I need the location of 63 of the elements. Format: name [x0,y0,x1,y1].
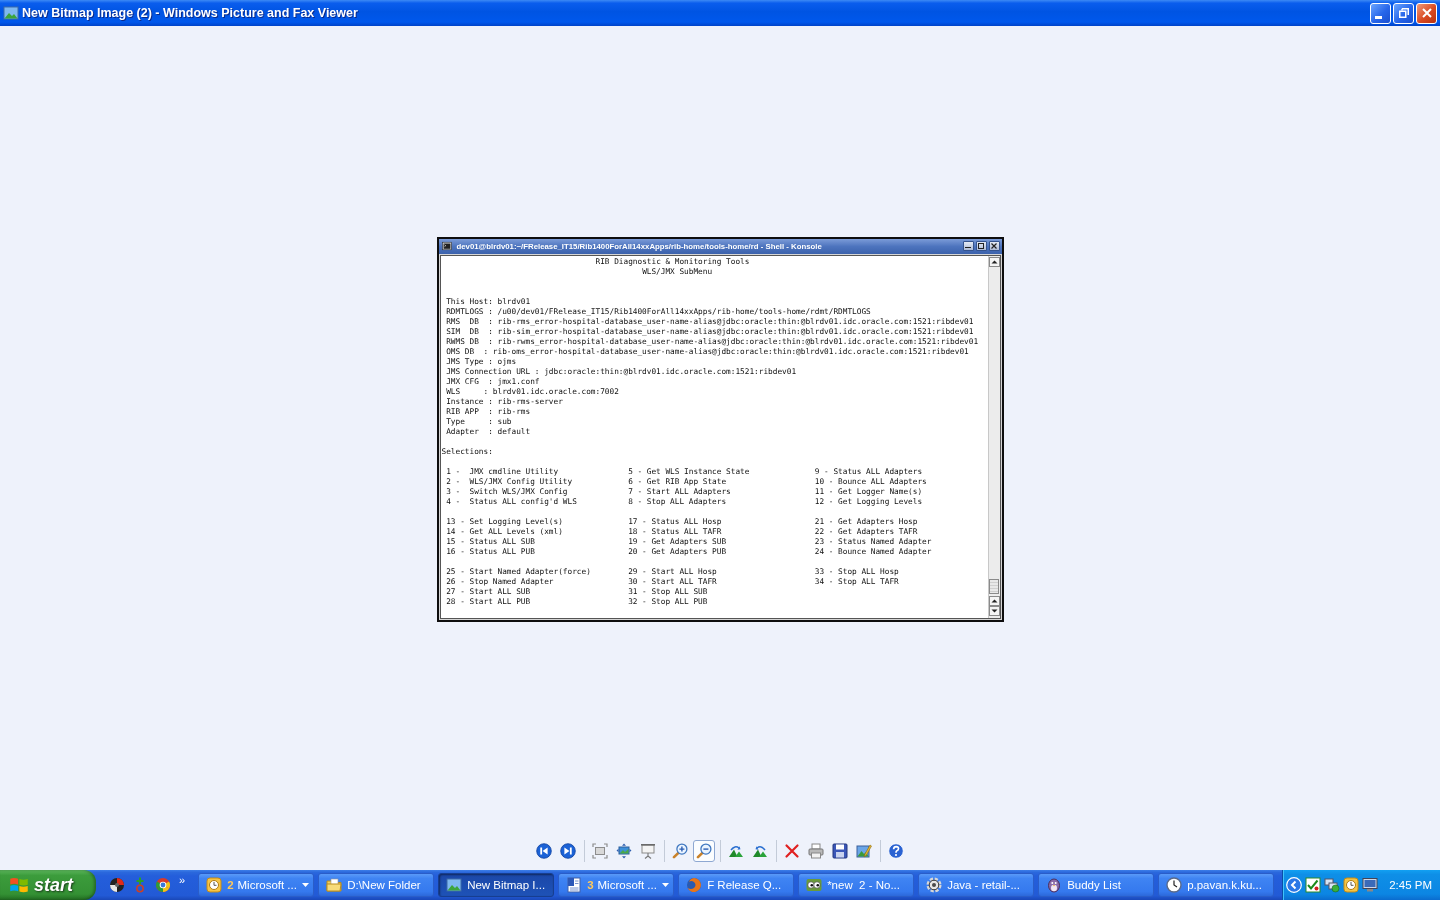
check-tile-icon[interactable] [1305,877,1321,893]
taskbar-button[interactable]: 3 Microsoft ... [558,873,675,897]
terminal-close-button[interactable] [988,241,1000,251]
zoom-out-button[interactable] [693,840,715,862]
close-button[interactable] [1416,2,1437,24]
next-button[interactable] [557,840,579,862]
reminder-clock-icon[interactable] [1343,877,1359,893]
picture-pencil-icon [856,843,872,859]
taskbar-button[interactable]: Java - retail-... [918,873,1035,897]
chevron-left-icon[interactable] [1286,877,1302,893]
skip-forward-icon [560,843,576,859]
clock: 2:45 PM [1389,879,1432,891]
frame-icon [592,843,608,859]
window-title: New Bitmap Image (2) - Windows Picture and Fax Viewer [22,6,358,20]
previous-button[interactable] [533,840,555,862]
taskbar-button[interactable]: 2 Microsoft ... [198,873,315,897]
picture-icon [446,877,463,893]
bird-icon [1046,877,1063,893]
terminal-minimize-button[interactable] [962,241,974,251]
monitor-arrows-icon [616,843,632,859]
best-fit-button[interactable] [589,840,611,862]
scrollbar-thumb [989,578,999,594]
minimize-icon [1375,15,1382,19]
minimize-button[interactable] [1370,2,1391,24]
document-icon [566,877,583,893]
terminal-icon [441,241,452,251]
network-icon[interactable] [1324,877,1340,893]
globe-icon [686,877,703,893]
printer-icon [808,843,824,859]
restore-button[interactable] [1393,2,1414,24]
taskbar-button[interactable]: F Release Q... [678,873,795,897]
maximize-icon [978,243,984,249]
monitor-icon[interactable] [1362,877,1378,893]
zoom-in-icon [672,843,688,859]
picture-icon [3,5,19,21]
terminal-maximize-button[interactable] [975,241,987,251]
close-icon [1421,8,1432,18]
taskbar-button[interactable]: Buddy List [1038,873,1155,897]
delete-icon [784,843,800,859]
disc-icon[interactable] [109,877,125,893]
taskbar-button[interactable]: *new 2 - No... [798,873,915,897]
eyes-icon [806,877,823,893]
reminder-clock-icon [206,877,223,893]
restore-icon [1398,8,1409,18]
quick-launch-more-button[interactable]: » [178,874,187,886]
save-button[interactable] [829,840,851,862]
gear-icon [926,877,943,893]
help-icon [888,843,904,859]
minimize-icon [965,246,971,249]
start-button[interactable]: start [0,870,96,900]
projector-screen-icon [640,843,656,859]
segmented-ring-icon[interactable] [155,877,171,893]
clock-icon [1166,877,1183,893]
taskbar-button[interactable]: p.pavan.k.ku... [1158,873,1275,897]
close-icon [991,243,997,249]
taskbar-button[interactable]: D:\New Folder [318,873,435,897]
zoom-out-icon [696,843,712,859]
folder-icon [326,877,343,893]
flag-icon [9,875,29,895]
skip-back-icon [536,843,552,859]
mountain-arrow-icon [752,843,768,859]
taskbar-button[interactable]: New Bitmap I... [438,873,555,897]
mountain-arrow-icon [728,843,744,859]
